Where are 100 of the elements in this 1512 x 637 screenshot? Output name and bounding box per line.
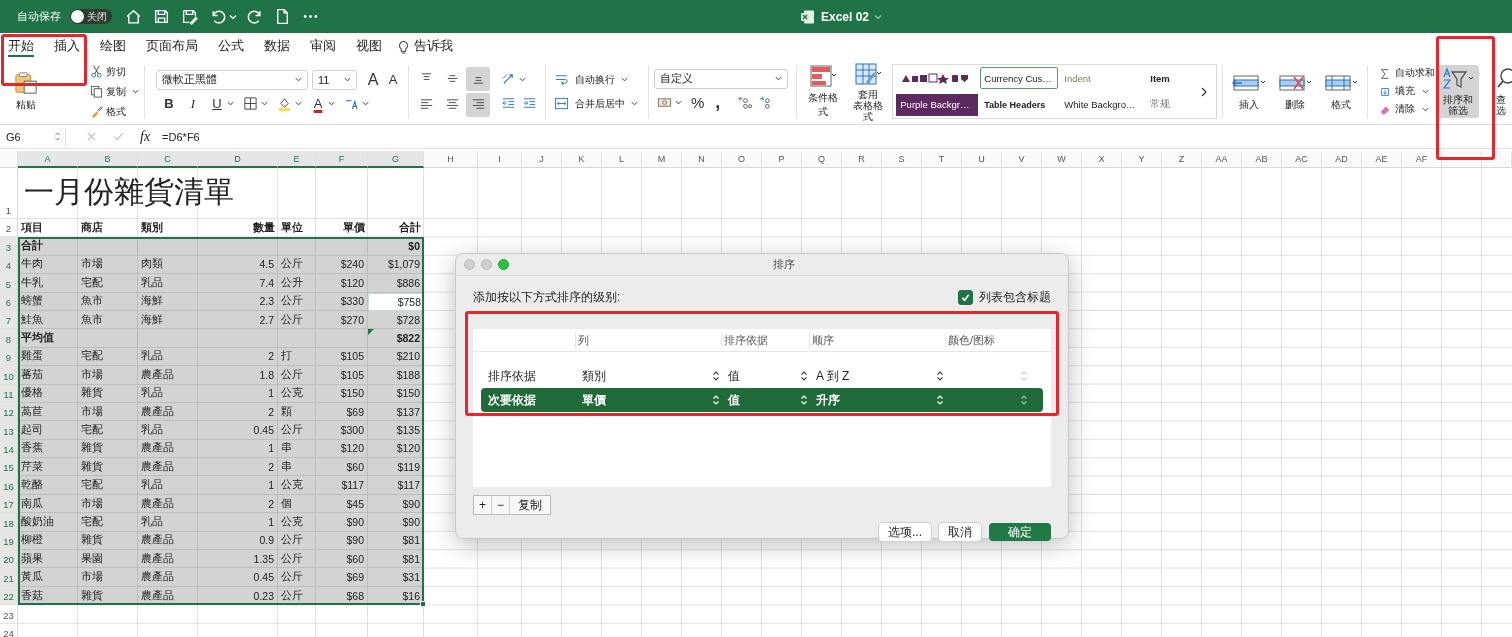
caret-icon[interactable]	[621, 76, 629, 83]
cell-style-option[interactable]: Indent	[1060, 67, 1145, 90]
column-header[interactable]: U	[962, 151, 1002, 168]
row-header[interactable]: 16	[0, 476, 18, 495]
row-header[interactable]: 21	[0, 568, 18, 587]
column-header[interactable]: M	[642, 151, 682, 168]
shapes-style-icon[interactable]	[900, 72, 971, 85]
sort-level-row[interactable]: 次要依据 單價 值 升序	[481, 388, 1043, 412]
save-icon[interactable]	[153, 8, 170, 25]
caret-icon[interactable]	[132, 88, 139, 95]
column-header[interactable]: AA	[1202, 151, 1242, 168]
fill-color-icon[interactable]	[277, 96, 292, 111]
autosave-toggle[interactable]: 关闭	[70, 9, 112, 24]
column-header[interactable]: S	[882, 151, 922, 168]
zoom-window-button[interactable]	[498, 259, 509, 270]
cell-style-option[interactable]: 常规	[1146, 93, 1193, 116]
column-header[interactable]: J	[522, 151, 562, 168]
ribbon-tab[interactable]: 视图	[356, 37, 382, 57]
bold-button[interactable]: B	[159, 93, 179, 114]
ribbon-tab[interactable]: 数据	[264, 37, 290, 57]
column-header[interactable]: A	[18, 151, 78, 168]
column-header[interactable]: Q	[802, 151, 842, 168]
autosum-button[interactable]: 自动求和	[1379, 65, 1436, 82]
decrease-decimal-icon[interactable]	[757, 95, 773, 110]
align-button[interactable]	[466, 92, 491, 117]
row-header[interactable]: 23	[0, 605, 18, 624]
paste-button[interactable]: 粘贴	[6, 71, 46, 112]
ok-button[interactable]: 确定	[989, 523, 1051, 541]
fill-handle[interactable]	[420, 601, 426, 608]
row-header[interactable]: 20	[0, 550, 18, 569]
ribbon-tab[interactable]: 插入	[54, 37, 80, 57]
column-header[interactable]: C	[138, 151, 198, 168]
cell-style-option[interactable]: Purple Backgr…	[896, 93, 979, 116]
row-header[interactable]: 10	[0, 366, 18, 385]
caret-icon[interactable]	[362, 100, 369, 107]
caret-icon[interactable]	[874, 12, 883, 21]
caret-icon[interactable]	[295, 100, 302, 107]
row-header[interactable]: 5	[0, 274, 18, 293]
fill-button[interactable]: 填充	[1379, 83, 1430, 100]
column-dropdown[interactable]: 類別	[582, 367, 712, 385]
sort-on-dropdown[interactable]: 值	[728, 367, 800, 385]
column-header[interactable]: R	[842, 151, 882, 168]
ribbon-tab[interactable]: 审阅	[310, 37, 336, 57]
row-header[interactable]: 13	[0, 421, 18, 440]
find-select-button[interactable]: 查 选	[1496, 59, 1512, 124]
cell-style-option[interactable]: Table Headers	[980, 93, 1059, 116]
align-button[interactable]	[466, 66, 491, 91]
order-dropdown[interactable]: 升序	[816, 391, 936, 409]
cell-style-option[interactable]: White Backgro…	[1060, 93, 1145, 116]
caret-icon[interactable]	[774, 75, 782, 82]
caret-icon[interactable]	[631, 100, 639, 107]
column-dropdown[interactable]: 單價	[582, 391, 712, 409]
remove-level-button[interactable]: −	[492, 496, 510, 514]
column-header[interactable]: AD	[1322, 151, 1362, 168]
column-header[interactable]: L	[602, 151, 642, 168]
format-as-table-button[interactable]: 套用 表格格式	[847, 61, 889, 122]
cut-button[interactable]: 剪切	[90, 62, 139, 81]
row-header[interactable]: 8	[0, 329, 18, 348]
caret-icon[interactable]	[674, 99, 682, 106]
caret-icon[interactable]	[344, 76, 351, 83]
column-header[interactable]: N	[682, 151, 722, 168]
stepper-icon[interactable]	[936, 370, 944, 382]
grow-font-button[interactable]: A	[363, 69, 383, 90]
column-header[interactable]: K	[562, 151, 602, 168]
font-name-dropdown[interactable]: 微軟正黑體	[156, 69, 308, 90]
column-header[interactable]: W	[1042, 151, 1082, 168]
column-header[interactable]: V	[1002, 151, 1042, 168]
column-header[interactable]: Z	[1162, 151, 1202, 168]
currency-icon[interactable]	[656, 95, 672, 110]
wrap-text-button[interactable]: 自动换行	[551, 70, 629, 89]
lightbulb-icon[interactable]	[398, 39, 409, 55]
cancel-button[interactable]: 取消	[939, 523, 981, 541]
options-button[interactable]: 选项...	[879, 523, 931, 541]
sort-filter-button[interactable]: 排序和 筛选	[1437, 65, 1479, 118]
ribbon-tab[interactable]: 公式	[218, 37, 244, 57]
column-header[interactable]: AE	[1362, 151, 1402, 168]
tell-me-button[interactable]: 告诉我	[414, 37, 453, 57]
copy-level-button[interactable]: 复制	[510, 496, 550, 514]
caret-icon[interactable]	[295, 76, 302, 83]
home-icon[interactable]	[125, 8, 142, 25]
caret-icon[interactable]	[261, 100, 268, 107]
column-header[interactable]: I	[478, 151, 522, 168]
row-header[interactable]: 15	[0, 458, 18, 477]
font-color-button[interactable]: A	[308, 93, 328, 114]
number-format-dropdown[interactable]: 自定义	[653, 68, 788, 89]
column-header[interactable]: F	[316, 151, 368, 168]
order-dropdown[interactable]: A 到 Z	[816, 367, 936, 385]
column-header[interactable]: H	[424, 151, 478, 168]
increase-decimal-icon[interactable]	[736, 95, 752, 110]
add-level-button[interactable]: +	[474, 496, 492, 514]
column-header[interactable]: T	[922, 151, 962, 168]
copy-button[interactable]: 复制	[90, 82, 139, 101]
format-painter-button[interactable]: 格式	[90, 102, 139, 121]
ribbon-tab[interactable]: 开始	[8, 37, 34, 57]
row-header[interactable]: 2	[0, 219, 18, 238]
row-header[interactable]: 18	[0, 513, 18, 532]
insert-cells-button[interactable]: 插入	[1228, 71, 1271, 112]
checkmark-icon[interactable]	[113, 131, 124, 142]
shrink-font-button[interactable]: A	[383, 69, 403, 90]
formula-field[interactable]: =D6*F6	[162, 130, 200, 143]
